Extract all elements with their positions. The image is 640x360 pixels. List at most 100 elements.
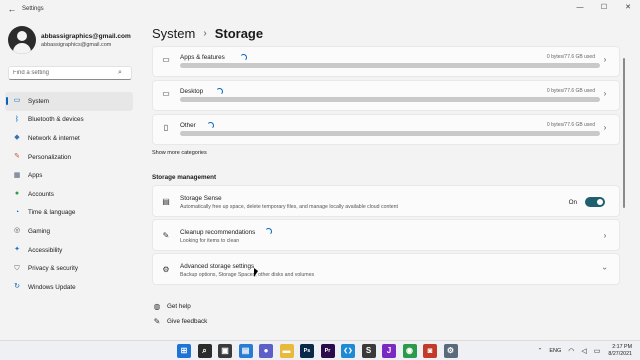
- main-content: System › Storage ▭ Apps & features 0 byt…: [152, 18, 628, 340]
- bluetooth-icon: ᛒ: [14, 115, 20, 123]
- close-icon[interactable]: ✕: [616, 0, 640, 16]
- battery-icon[interactable]: ▭: [594, 347, 601, 355]
- sidebar-item-label: System: [28, 97, 49, 105]
- row-description: Backup options, Storage Spaces, other di…: [180, 272, 315, 278]
- desktop-icon: ▭: [162, 89, 170, 98]
- loading-spinner-icon: [240, 54, 247, 61]
- profile-email: abbassigraphics@gmail.com: [41, 41, 112, 48]
- gaming-controller-icon: ◎: [13, 227, 21, 235]
- category-desktop[interactable]: ▭ Desktop 0 bytes/77.6 GB used ›: [152, 80, 620, 111]
- category-size: 0 bytes/77.6 GB used: [546, 122, 595, 128]
- breadcrumb-parent[interactable]: System: [152, 26, 195, 41]
- category-size: 0 bytes/77.6 GB used: [546, 88, 595, 94]
- loading-spinner-icon: [207, 122, 214, 129]
- category-other[interactable]: ▯ Other 0 bytes/77.6 GB used ›: [152, 114, 620, 145]
- sidebar-item-accounts[interactable]: ● Accounts: [5, 185, 133, 204]
- sidebar-item-privacy-security[interactable]: ⛉ Privacy & security: [5, 259, 133, 278]
- give-feedback-link[interactable]: ✎ Give feedback: [152, 317, 208, 326]
- sidebar-item-personalization[interactable]: ✎ Personalization: [5, 148, 133, 167]
- row-title: Advanced storage settings: [180, 263, 255, 270]
- settings-icon[interactable]: ⚙: [443, 344, 458, 360]
- sidebar-item-label: Personalization: [28, 153, 72, 161]
- vscode-icon[interactable]: ❮❯: [341, 344, 355, 358]
- start-icon[interactable]: ⊞: [177, 344, 191, 358]
- category-apps-features[interactable]: ▭ Apps & features 0 bytes/77.6 GB used ›: [152, 46, 620, 77]
- sidebar-nav: ▭ System ᛒ Bluetooth & devices ◆ Network & in…: [5, 92, 133, 297]
- clock-time: 2:17 PM: [612, 344, 632, 350]
- usage-bar: [180, 131, 600, 136]
- search-icon[interactable]: ⌕: [113, 69, 127, 77]
- chevron-down-icon: ›: [600, 267, 610, 270]
- sidebar-item-system[interactable]: ▭ System: [5, 92, 133, 111]
- language-indicator[interactable]: ENG: [549, 348, 561, 354]
- sidebar-item-bluetooth-devices[interactable]: ᛒ Bluetooth & devices: [5, 111, 133, 130]
- window-controls: — ☐ ✕: [568, 0, 640, 16]
- sidebar-item-time-language[interactable]: ◔ Time & language: [5, 204, 133, 223]
- category-label: Desktop: [180, 88, 204, 95]
- taskbar-apps: ⊞ ⌕ ▣ ▤ ● ▬ Ps Pr ❮❯ S J ◉ ◙ ⚙: [177, 341, 464, 360]
- sidebar-item-label: Windows Update: [28, 283, 76, 291]
- chevron-right-icon: ›: [603, 89, 607, 98]
- accessibility-icon: ✦: [14, 246, 20, 254]
- scrollbar[interactable]: [623, 58, 625, 208]
- widgets-icon[interactable]: ▤: [238, 344, 253, 358]
- network-icon: ◆: [14, 134, 20, 142]
- chat-icon[interactable]: ●: [259, 344, 273, 358]
- cleanup-recommendations-row[interactable]: ✎ Cleanup recommendations Looking for it…: [152, 219, 620, 251]
- advanced-storage-settings-row[interactable]: ⚙ Advanced storage settings Backup optio…: [152, 253, 620, 285]
- clock[interactable]: 2:17 PM 8/27/2021: [608, 344, 632, 358]
- profile-name: abbassigraphics@gmail.com: [41, 32, 131, 40]
- chrome-icon[interactable]: ◉: [402, 344, 417, 358]
- get-help-link[interactable]: ◍ Get help: [152, 302, 191, 311]
- sidebar: abbassigraphics@gmail.com abbassigraphic…: [0, 18, 140, 340]
- cleanup-broom-icon: ✎: [162, 231, 170, 240]
- back-arrow-icon[interactable]: ←: [4, 1, 20, 17]
- task-view-icon[interactable]: ▣: [218, 344, 232, 358]
- show-more-categories-link[interactable]: Show more categories: [152, 150, 207, 156]
- sidebar-item-apps[interactable]: ▦ Apps: [5, 166, 133, 185]
- premiere-icon[interactable]: Pr: [320, 344, 335, 358]
- storage-sense-icon: ▤: [162, 197, 170, 206]
- section-title: Storage management: [152, 174, 217, 181]
- tray-chevron-icon[interactable]: ⌃: [538, 348, 543, 354]
- chevron-right-icon: ›: [603, 55, 607, 64]
- jetbrains-icon[interactable]: J: [382, 344, 396, 358]
- search-input[interactable]: [9, 70, 113, 76]
- apps-features-icon: ▭: [162, 55, 170, 64]
- chevron-right-icon: ›: [603, 231, 607, 240]
- sidebar-item-label: Privacy & security: [28, 265, 79, 273]
- screen-recorder-icon[interactable]: ◙: [423, 344, 437, 358]
- row-description: Looking for items to clean: [180, 238, 240, 244]
- sidebar-item-gaming[interactable]: ◎ Gaming: [5, 222, 133, 241]
- photoshop-icon[interactable]: Ps: [300, 344, 314, 358]
- globe-clock-icon: ◔: [14, 208, 20, 216]
- category-size: 0 bytes/77.6 GB used: [546, 54, 595, 60]
- search-icon[interactable]: ⌕: [197, 344, 212, 358]
- category-label: Other: [180, 122, 196, 129]
- shield-icon: ⛉: [14, 264, 20, 272]
- usage-bar: [180, 63, 600, 68]
- sidebar-item-accessibility[interactable]: ✦ Accessibility: [5, 241, 133, 260]
- volume-icon[interactable]: ◁: [581, 347, 586, 355]
- maximize-icon[interactable]: ☐: [592, 0, 616, 16]
- chevron-right-icon: ›: [603, 123, 607, 132]
- wifi-icon[interactable]: ◠: [568, 347, 574, 355]
- sidebar-item-label: Gaming: [28, 227, 51, 235]
- toggle-state-label: On: [568, 198, 577, 206]
- gear-icon: ⚙: [162, 265, 170, 274]
- link-label: Get help: [167, 303, 191, 310]
- sidebar-item-windows-update[interactable]: ↻ Windows Update: [5, 278, 133, 297]
- taskbar: ⊞ ⌕ ▣ ▤ ● ▬ Ps Pr ❮❯ S J ◉ ◙ ⚙ ⌃ ENG ◠ ◁ ▭ 2:17 PM 8/…: [0, 340, 640, 360]
- usage-bar: [180, 97, 600, 102]
- storage-sense-row[interactable]: ▤ Storage Sense Automatically free up sp…: [152, 185, 620, 217]
- sublime-icon[interactable]: S: [361, 344, 376, 358]
- user-profile[interactable]: abbassigraphics@gmail.com abbassigraphic…: [8, 26, 131, 54]
- sidebar-item-label: Time & language: [28, 209, 76, 217]
- sidebar-item-network-internet[interactable]: ◆ Network & internet: [5, 129, 133, 148]
- storage-sense-toggle[interactable]: [585, 197, 605, 207]
- page-title: Storage: [214, 26, 264, 41]
- minimize-icon[interactable]: —: [568, 0, 592, 16]
- file-explorer-icon[interactable]: ▬: [279, 344, 294, 358]
- sidebar-item-label: Accessibility: [28, 246, 63, 254]
- accounts-icon: ●: [14, 190, 20, 198]
